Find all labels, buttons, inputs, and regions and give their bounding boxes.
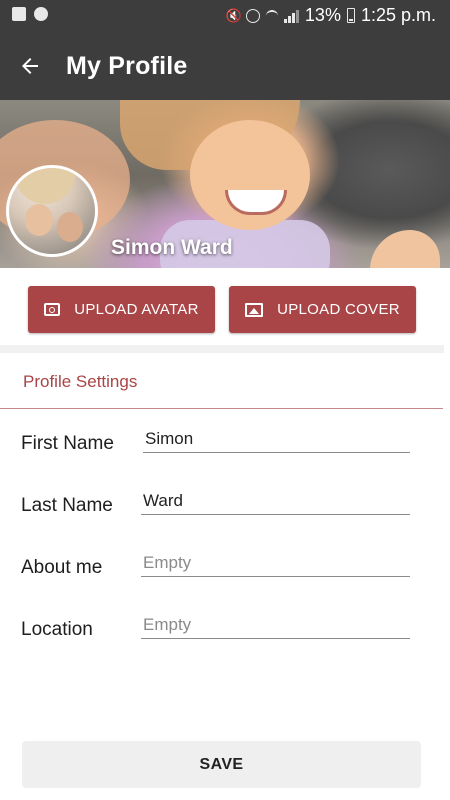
upload-cover-button[interactable]: UPLOAD COVER [229, 286, 416, 333]
upload-cover-label: UPLOAD COVER [277, 301, 400, 318]
last-name-field[interactable] [141, 488, 410, 515]
mute-icon: 🔇 [225, 7, 243, 23]
notification-icons [12, 7, 48, 21]
image-icon [245, 302, 264, 317]
avatar[interactable] [6, 165, 98, 257]
section-title-profile-settings: Profile Settings [23, 372, 138, 391]
clock: 1:25 p.m. [360, 5, 436, 25]
upload-avatar-label: UPLOAD AVATAR [74, 301, 199, 318]
section-divider [0, 408, 443, 409]
divider [0, 345, 444, 353]
chat-notification-icon [34, 7, 48, 21]
page-title: My Profile [66, 52, 188, 80]
first-name-field[interactable] [143, 426, 410, 453]
app-bar: My Profile [0, 32, 450, 100]
profile-name: Simon Ward [111, 236, 233, 259]
gallery-notification-icon [12, 7, 26, 21]
wifi-icon [265, 9, 278, 22]
location-field[interactable] [141, 612, 410, 639]
first-name-label: First Name [21, 433, 114, 454]
status-bar: 🔇 13% 1:25 p.m. [0, 0, 450, 32]
alarm-icon [245, 8, 260, 23]
about-me-field[interactable] [141, 550, 410, 577]
signal-icon [283, 9, 299, 23]
arrow-left-icon [22, 58, 38, 74]
back-button[interactable] [14, 50, 46, 82]
battery-icon [346, 8, 355, 23]
last-name-label: Last Name [21, 495, 113, 516]
save-button[interactable]: SAVE [22, 741, 421, 788]
about-me-label: About me [21, 557, 103, 578]
system-indicators: 🔇 13% 1:25 p.m. [226, 5, 436, 26]
location-label: Location [21, 619, 93, 640]
upload-avatar-button[interactable]: UPLOAD AVATAR [28, 286, 215, 333]
camera-icon [44, 303, 61, 316]
battery-percent: 13% [304, 5, 341, 25]
